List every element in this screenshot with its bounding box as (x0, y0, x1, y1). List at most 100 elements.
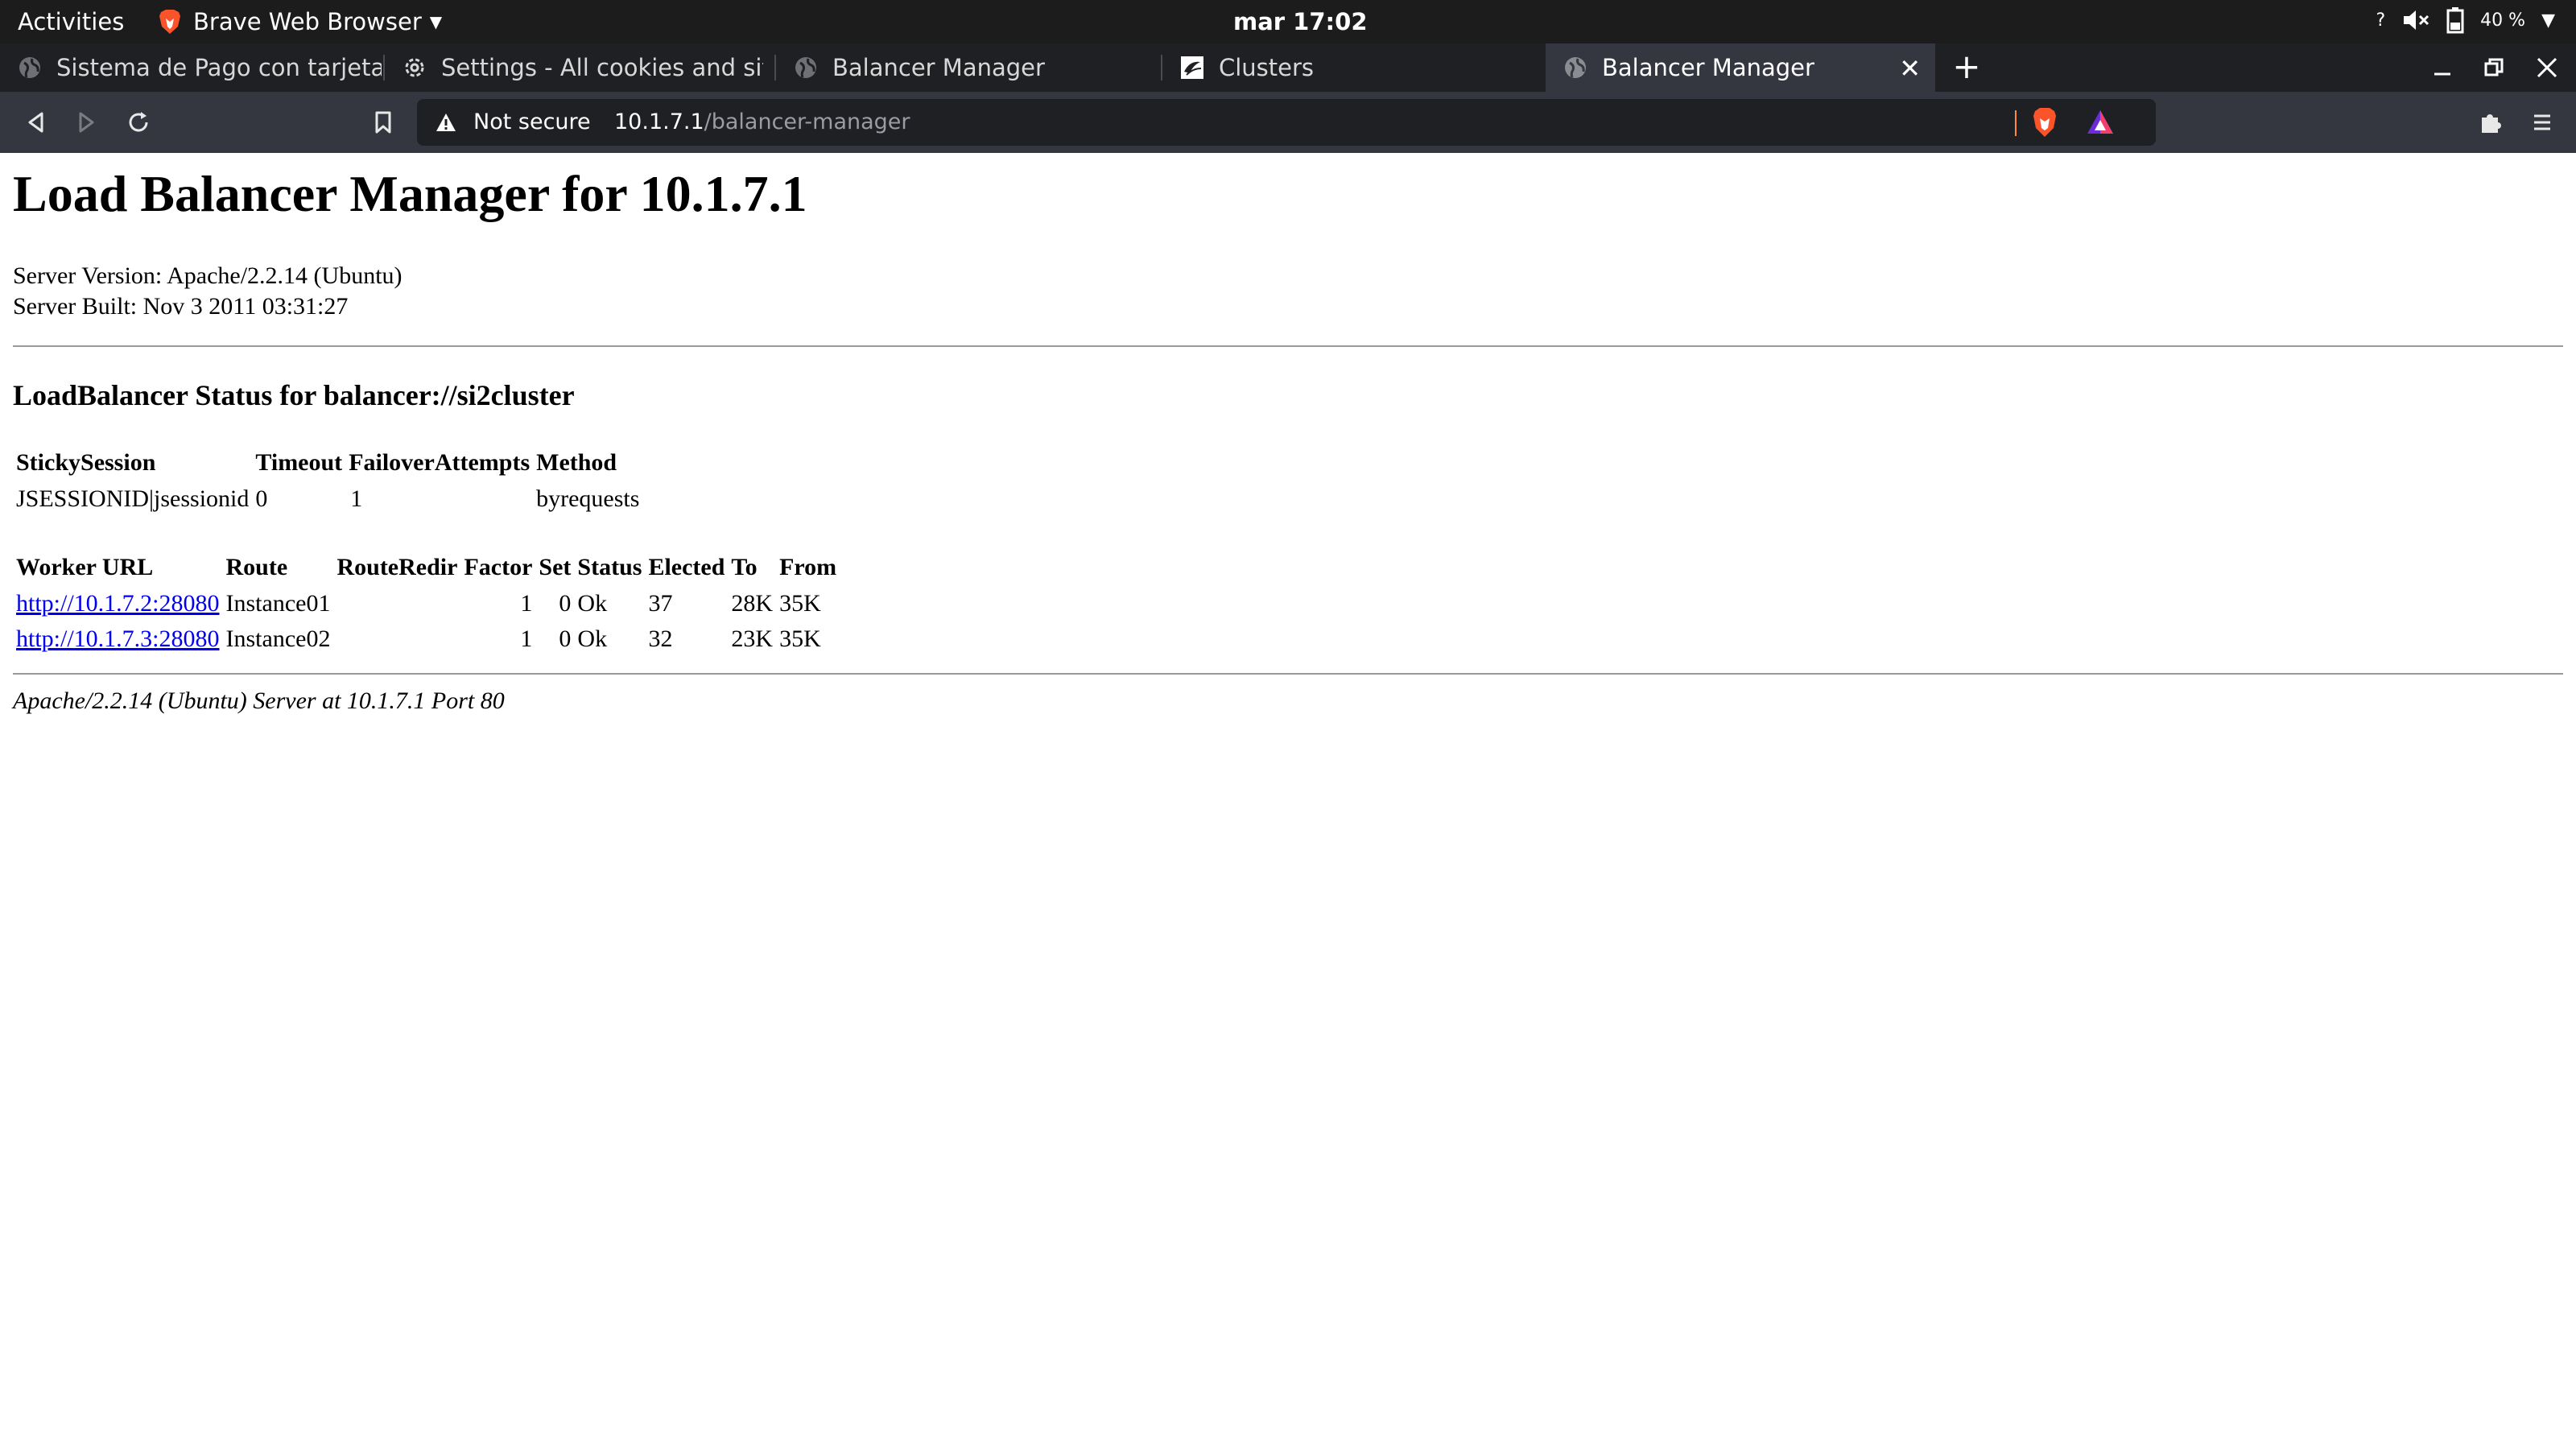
factor-cell: 1 (520, 625, 533, 652)
elected-cell: 37 (648, 590, 673, 617)
route-cell: Instance02 (225, 625, 331, 652)
balancer-settings-table: StickySession Timeout FailoverAttempts M… (11, 444, 644, 517)
main-menu-button[interactable] (2523, 103, 2562, 142)
clock[interactable]: mar 17:02 (1233, 8, 1368, 35)
back-arrow-icon (28, 112, 43, 133)
minimize-button[interactable] (2418, 43, 2467, 92)
column-header: To (731, 554, 758, 580)
column-header: FailoverAttempts (349, 449, 530, 476)
forward-arrow-icon (79, 112, 94, 133)
tab-label: Balancer Manager (832, 54, 1045, 81)
server-version: Server Version: Apache/2.2.14 (Ubuntu) (13, 262, 402, 289)
browser-toolbar: Not secure 10.1.7.1/balancer-manager (0, 92, 2576, 153)
chevron-down-icon[interactable]: ▼ (2541, 10, 2555, 31)
security-status[interactable]: Not secure (473, 109, 591, 134)
server-built: Server Built: Nov 3 2011 03:31:27 (13, 293, 349, 320)
restore-icon (2484, 58, 2504, 76)
table-row: http://10.1.7.2:28080 Instance01 1 0 Ok … (14, 586, 838, 621)
to-cell: 23K (731, 625, 774, 652)
worker-url-cell: http://10.1.7.2:28080 (14, 586, 221, 621)
globe-icon (19, 57, 40, 78)
app-menu[interactable]: Brave Web Browser ▼ (158, 8, 442, 35)
bookmark-button[interactable] (364, 103, 402, 142)
column-header: Set (539, 554, 572, 580)
horizontal-rule (13, 673, 2563, 675)
table-header-row: StickySession Timeout FailoverAttempts M… (14, 444, 641, 481)
table-row: JSESSIONID|jsessionid 0 1 byrequests (14, 481, 641, 517)
new-tab-button[interactable]: + (1946, 47, 1987, 87)
page-title: Load Balancer Manager for 10.1.7.1 (13, 165, 807, 222)
column-header: From (779, 554, 837, 580)
table-row: http://10.1.7.3:28080 Instance02 1 0 Ok … (14, 621, 838, 657)
activities-button[interactable]: Activities (18, 8, 124, 35)
chevron-down-icon: ▼ (429, 12, 443, 31)
from-cell: 35K (779, 625, 821, 652)
balancer-heading: LoadBalancer Status for balancer://si2cl… (13, 379, 575, 411)
system-tray[interactable]: ? 40 % ▼ (2376, 6, 2555, 34)
failover-attempts-value: 1 (350, 485, 363, 512)
url-divider (2015, 110, 2017, 136)
warning-icon[interactable] (435, 112, 457, 133)
brave-lion-icon (159, 10, 180, 34)
tab-sistema-de-pago[interactable]: Sistema de Pago con tarjeta (0, 43, 382, 92)
table-header-row: Worker URL Route RouteRedir Factor Set S… (14, 549, 838, 586)
column-header: Factor (464, 554, 533, 580)
brave-shields-icon[interactable] (2031, 107, 2058, 138)
forward-button[interactable] (68, 103, 106, 142)
tab-balancer-manager-active[interactable]: Balancer Manager ✕ (1546, 43, 1935, 92)
workers-table: Worker URL Route RouteRedir Factor Set S… (11, 549, 841, 657)
back-button[interactable] (16, 103, 55, 142)
reload-button[interactable] (119, 103, 158, 142)
close-tab-icon[interactable]: ✕ (1899, 53, 1921, 84)
bookmark-icon (375, 111, 391, 134)
worker-url-link[interactable]: http://10.1.7.2:28080 (16, 590, 220, 617)
factor-cell: 1 (520, 590, 533, 617)
column-header: Elected (648, 554, 725, 580)
method-value: byrequests (536, 485, 640, 512)
worker-url-link[interactable]: http://10.1.7.3:28080 (16, 625, 220, 652)
brave-rewards-icon[interactable] (2086, 109, 2115, 136)
route-redir-cell (335, 621, 459, 657)
column-header: Timeout (255, 449, 343, 476)
from-cell: 35K (779, 590, 821, 617)
app-name: Brave Web Browser (193, 8, 422, 35)
url-text[interactable]: 10.1.7.1/balancer-manager (614, 109, 910, 134)
tab-settings[interactable]: Settings - All cookies and site (385, 43, 763, 92)
system-top-bar: Activities Brave Web Browser ▼ mar 17:02… (0, 0, 2576, 43)
volume-muted-icon[interactable] (2401, 7, 2430, 33)
set-cell: 0 (559, 590, 572, 617)
sticky-session-value: JSESSIONID|jsessionid (16, 485, 250, 512)
globe-icon (795, 57, 816, 78)
status-cell: Ok (577, 625, 608, 652)
column-header: RouteRedir (336, 554, 458, 580)
glassfish-icon (1181, 56, 1203, 79)
column-header: Status (577, 554, 642, 580)
horizontal-rule (13, 345, 2563, 347)
address-bar[interactable]: Not secure 10.1.7.1/balancer-manager (417, 99, 2156, 146)
tab-label: Balancer Manager (1602, 54, 1814, 81)
gear-icon (405, 58, 424, 77)
set-cell: 0 (559, 625, 572, 652)
battery-icon[interactable] (2446, 6, 2464, 34)
extensions-button[interactable] (2471, 103, 2510, 142)
puzzle-piece-icon (2482, 114, 2501, 133)
tab-clusters[interactable]: Clusters (1162, 43, 1546, 92)
column-header: StickySession (16, 449, 156, 476)
status-cell: Ok (577, 590, 608, 617)
help-icon[interactable]: ? (2376, 10, 2385, 31)
url-path: /balancer-manager (704, 109, 910, 134)
url-host: 10.1.7.1 (614, 109, 704, 134)
server-info: Server Version: Apache/2.2.14 (Ubuntu) S… (13, 261, 402, 322)
column-header: Route (225, 554, 288, 580)
column-header: Method (536, 449, 617, 476)
restore-button[interactable] (2470, 43, 2518, 92)
route-redir-cell (335, 586, 459, 621)
route-cell: Instance01 (225, 590, 331, 617)
tab-label: Clusters (1219, 54, 1315, 81)
close-window-button[interactable] (2523, 43, 2571, 92)
reload-icon (129, 112, 148, 132)
minimize-icon (2434, 72, 2450, 76)
tab-balancer-manager[interactable]: Balancer Manager (776, 43, 1154, 92)
tab-label: Sistema de Pago con tarjeta (56, 54, 382, 81)
close-icon (2537, 57, 2557, 78)
